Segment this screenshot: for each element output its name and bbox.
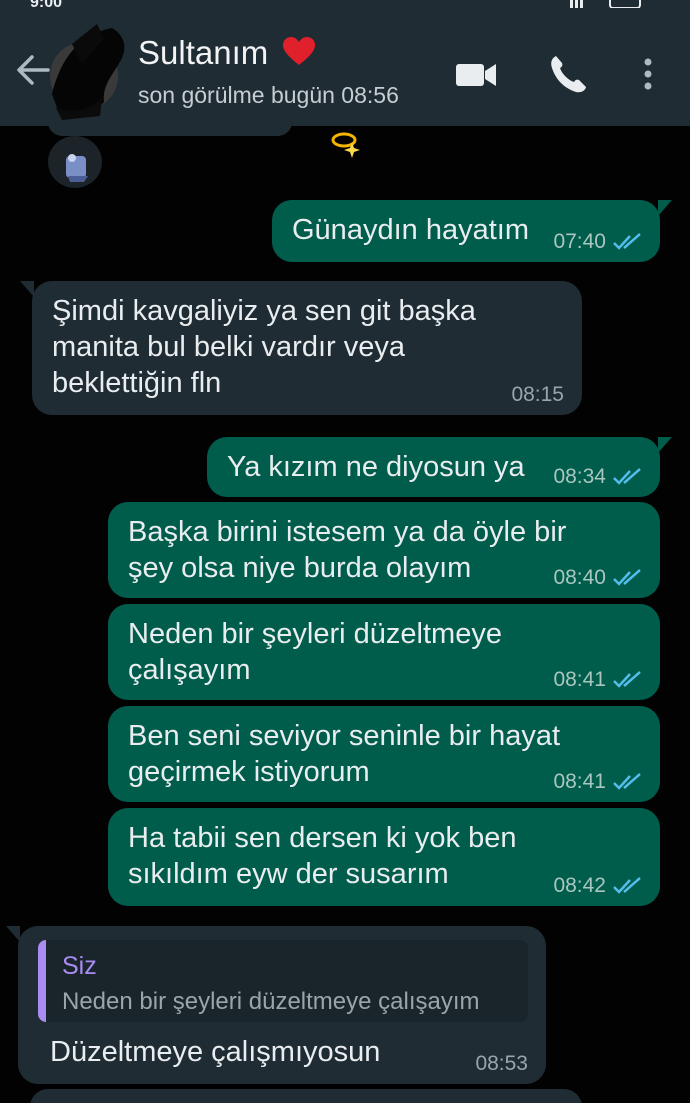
outgoing-message[interactable]: Ha tabii sen dersen ki yok ben sıkıldım … <box>108 808 660 906</box>
message-meta: 08:15 <box>511 383 564 407</box>
outgoing-message[interactable]: Neden bir şeyleri düzeltmeye çalışayım 0… <box>108 604 660 700</box>
read-ticks-icon <box>613 569 641 586</box>
phone-call-icon[interactable] <box>546 52 590 96</box>
message-meta: 08:34 <box>553 465 642 489</box>
read-ticks-icon <box>613 671 641 688</box>
bubble-tail <box>6 926 20 942</box>
read-ticks-icon <box>613 233 641 250</box>
message-time: 07:40 <box>553 230 606 253</box>
message-text: Şimdi kavgaliyiz ya sen git başka manita… <box>52 295 476 399</box>
quoted-message[interactable]: Siz Neden bir şeyleri düzeltmeye çalışay… <box>38 940 528 1022</box>
read-ticks-icon <box>613 877 641 894</box>
outgoing-message[interactable]: Ben seni seviyor seninle bir hayat geçir… <box>108 706 660 802</box>
message-time: 08:40 <box>553 566 606 589</box>
video-call-icon[interactable] <box>452 52 500 96</box>
message-time: 08:34 <box>553 465 606 488</box>
message-time: 08:42 <box>553 874 606 897</box>
more-options-icon[interactable] <box>636 52 660 96</box>
message-meta: 08:41 <box>553 770 642 794</box>
read-ticks-icon <box>613 468 641 485</box>
message-time: 08:53 <box>475 1052 528 1075</box>
sticker-avatar <box>48 136 102 188</box>
bubble-tail <box>658 437 672 453</box>
incoming-message[interactable]: Şimdi kavgaliyiz ya sen git başka manita… <box>20 281 582 415</box>
outgoing-message[interactable]: Ya kızım ne diyosun ya 08:34 <box>207 437 672 497</box>
sparkle-icon <box>331 132 360 158</box>
status-time: 9:00 <box>30 0 63 11</box>
chat-header: Sultanım son görülme bugün 08:56 <box>0 14 690 126</box>
previous-message-edge <box>48 120 292 136</box>
message-meta: 08:40 <box>553 566 642 590</box>
message-time: 08:41 <box>553 770 606 793</box>
message-meta: 07:40 <box>553 230 642 254</box>
message-list[interactable]: Günaydın hayatım 07:40 Şimdi kavgaliyiz … <box>0 120 690 1103</box>
message-meta: 08:42 <box>553 874 642 898</box>
bubble-tail <box>658 200 672 216</box>
message-time: 08:41 <box>553 668 606 691</box>
message-time: 08:15 <box>511 383 564 406</box>
message-meta: 08:53 <box>475 1052 528 1076</box>
signal-battery-icon <box>570 0 641 8</box>
heart-icon <box>283 37 316 65</box>
message-text: Düzeltmeye çalışmıyosun <box>50 1036 381 1068</box>
bubble-tail <box>20 281 34 297</box>
last-seen-status: son görülme bugün 08:56 <box>138 82 399 108</box>
quote-author: Siz <box>62 952 97 980</box>
contact-name[interactable]: Sultanım <box>138 34 317 72</box>
quote-accent-bar <box>38 940 46 1022</box>
next-message-edge <box>30 1089 582 1103</box>
outgoing-message[interactable]: Başka birini istesem ya da öyle bir şey … <box>108 502 660 598</box>
incoming-reply-message[interactable]: Siz Neden bir şeyleri düzeltmeye çalışay… <box>6 926 546 1084</box>
chat-screen: 9:00 Sultanım son görülme bugün 08:56 Gü… <box>0 0 690 1103</box>
contact-avatar[interactable] <box>42 24 132 120</box>
quote-text: Neden bir şeyleri düzeltmeye çalışayım <box>62 988 480 1015</box>
read-ticks-icon <box>613 773 641 790</box>
status-bar: 9:00 <box>0 0 690 14</box>
outgoing-message[interactable]: Günaydın hayatım 07:40 <box>272 200 672 262</box>
message-meta: 08:41 <box>553 668 642 692</box>
